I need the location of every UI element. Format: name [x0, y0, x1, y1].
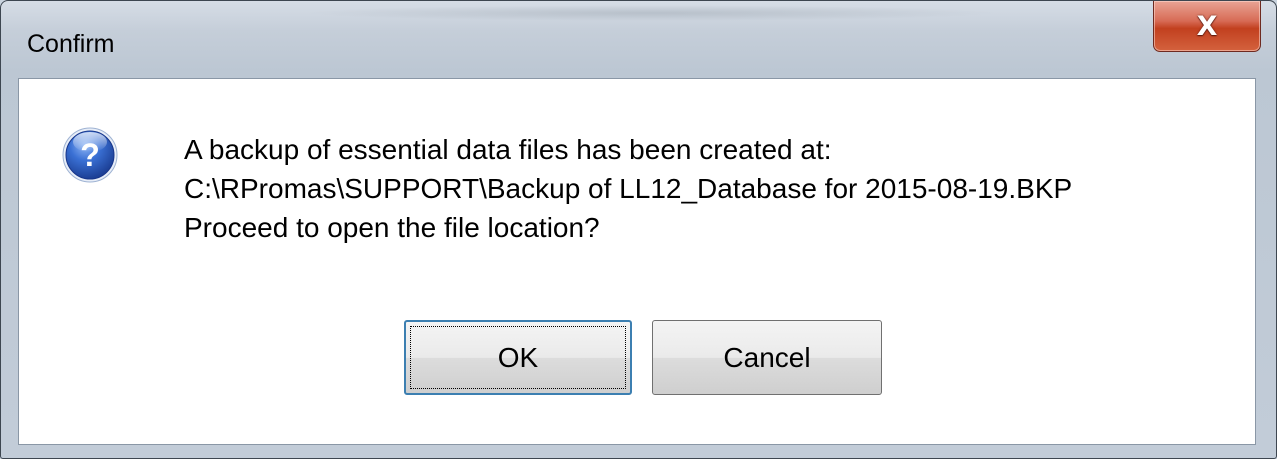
window-title: Confirm [27, 30, 115, 58]
close-button[interactable]: X [1153, 1, 1261, 52]
svg-text:?: ? [80, 137, 100, 173]
ok-button-label: OK [497, 341, 539, 373]
question-icon: ? [62, 127, 118, 183]
title-bar[interactable]: Confirm X [1, 1, 1276, 77]
message-line: A backup of essential data files has bee… [184, 134, 832, 165]
ok-button[interactable]: OK [404, 320, 632, 395]
dialog-content: ? A backup of essential data files has b… [18, 78, 1256, 445]
cancel-button-label: Cancel [723, 341, 811, 373]
confirm-dialog-window: Confirm X ? A backup of essential data f… [0, 0, 1277, 459]
message-line-file-path: C:\RPromas\SUPPORT\Backup of LL12_Databa… [184, 173, 1073, 204]
close-icon: X [1196, 10, 1218, 42]
dialog-message: A backup of essential data files has bee… [184, 130, 1072, 247]
cancel-button[interactable]: Cancel [652, 320, 882, 395]
message-line: Proceed to open the file location? [184, 212, 600, 243]
